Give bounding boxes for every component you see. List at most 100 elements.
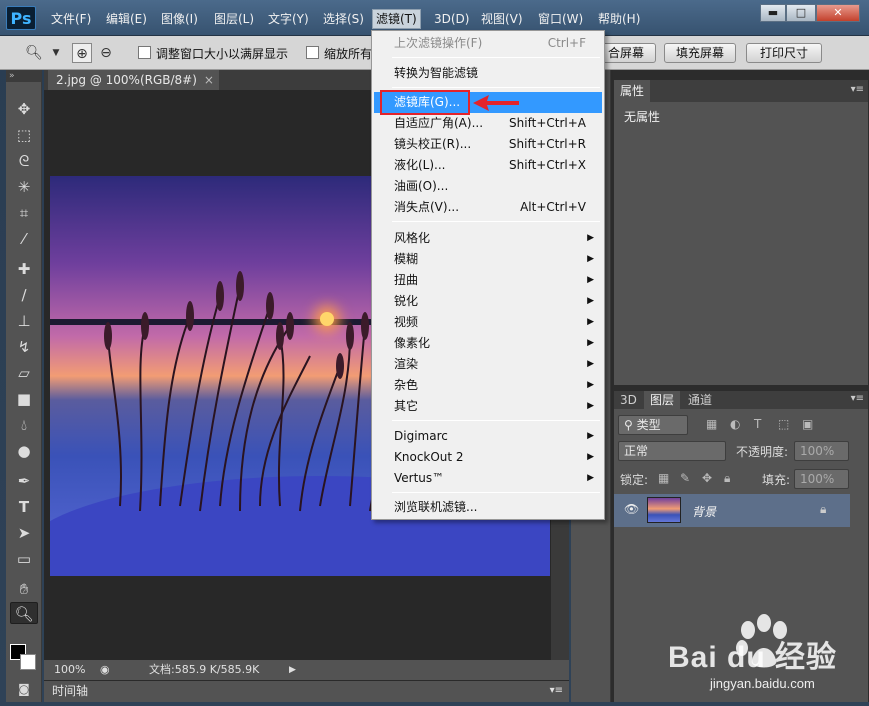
tools-panel-header[interactable]: » [6, 70, 41, 82]
move-tool-icon[interactable]: ✥ [10, 98, 38, 120]
type-tool-icon[interactable]: T [10, 496, 38, 518]
fit-screen-button[interactable]: 合屏幕 [596, 43, 656, 63]
lock-position-icon[interactable]: ✥ [702, 471, 712, 485]
hand-tool-icon[interactable]: ✋︎ [10, 578, 38, 600]
tab-properties[interactable]: 属性 [614, 80, 651, 102]
maximize-button[interactable]: □ [786, 4, 816, 22]
tool-preset-chevron-icon[interactable]: ▼ [46, 43, 66, 63]
zoom-tool-active-icon[interactable]: 🔍︎ [10, 602, 38, 624]
menu-item-noise[interactable]: 杂色 ▶ [374, 375, 602, 396]
zoom-tool-icon[interactable]: 🔍︎ [24, 43, 44, 63]
layers-panel-menu-icon[interactable]: ▾≡ [851, 393, 864, 404]
tab-layers[interactable]: 图层 [644, 391, 681, 409]
blur-tool-icon[interactable]: 💧︎ [10, 414, 38, 436]
fill-screen-button[interactable]: 填充屏幕 [664, 43, 736, 63]
menu-item-sharpen[interactable]: 锐化 ▶ [374, 291, 602, 312]
opacity-input[interactable]: 100% [794, 441, 849, 461]
menu-type[interactable]: 文字(Y) [265, 10, 312, 28]
menu-item-vertus[interactable]: Vertus™ ▶ [374, 468, 602, 489]
lasso-tool-icon[interactable]: ᘓ [10, 150, 38, 172]
menu-help[interactable]: 帮助(H) [595, 10, 643, 28]
pixelate-label: 像素化 [394, 336, 431, 350]
zoom-all-checkbox[interactable] [306, 46, 319, 59]
menu-file[interactable]: 文件(F) [48, 10, 94, 28]
print-size-button[interactable]: 打印尺寸 [746, 43, 822, 63]
menu-item-convert-smart-filters[interactable]: 转换为智能滤镜 [374, 63, 602, 84]
menu-item-other[interactable]: 其它 ▶ [374, 396, 602, 417]
eyedropper-tool-icon[interactable]: ⁄ [10, 228, 38, 250]
menu-item-lens-correction[interactable]: 镜头校正(R)... Shift+Ctrl+R [374, 134, 602, 155]
render-label: 渲染 [394, 357, 419, 371]
document-info: 文档:585.9 K/585.9K [149, 663, 260, 676]
minimize-button[interactable]: ▬ [760, 4, 786, 22]
menu-item-oil-paint[interactable]: 油画(O)... [374, 176, 602, 197]
menu-item-vanishing-point[interactable]: 消失点(V)... Alt+Ctrl+V [374, 197, 602, 218]
menu-window[interactable]: 窗口(W) [535, 10, 586, 28]
magic-wand-tool-icon[interactable]: ✳ [10, 176, 38, 198]
filter-adjustment-icon[interactable]: ◐ [730, 417, 740, 431]
shape-tool-icon[interactable]: ▭ [10, 548, 38, 570]
menu-item-video[interactable]: 视频 ▶ [374, 312, 602, 333]
brush-tool-icon[interactable]: ∕ [10, 284, 38, 306]
layer-name[interactable]: 背景 [692, 503, 716, 520]
panel-menu-icon[interactable]: ▾≡ [851, 84, 864, 95]
history-brush-tool-icon[interactable]: ↯ [10, 336, 38, 358]
menu-item-digimarc[interactable]: Digimarc ▶ [374, 426, 602, 447]
close-tab-icon[interactable]: × [204, 70, 214, 90]
menu-separator [392, 221, 600, 222]
document-tab[interactable]: 2.jpg @ 100%(RGB/8#) × [48, 70, 219, 90]
path-selection-tool-icon[interactable]: ➤ [10, 522, 38, 544]
menu-select[interactable]: 选择(S) [320, 10, 367, 28]
dodge-tool-icon[interactable]: ● [10, 440, 38, 462]
zoom-out-icon[interactable]: ⊖ [96, 43, 116, 63]
tab-channels[interactable]: 通道 [682, 391, 718, 409]
filter-pixel-icon[interactable]: ▦ [706, 417, 717, 431]
status-menu-icon[interactable]: ◉ [100, 660, 110, 680]
status-arrow-icon[interactable]: ▶ [289, 660, 296, 680]
lock-transparency-icon[interactable]: ▦ [658, 471, 669, 485]
pen-tool-icon[interactable]: ✒ [10, 470, 38, 492]
filter-type-icon[interactable]: T [754, 417, 761, 431]
menu-item-distort[interactable]: 扭曲 ▶ [374, 270, 602, 291]
menu-item-blur[interactable]: 模糊 ▶ [374, 249, 602, 270]
menu-item-knockout[interactable]: KnockOut 2 ▶ [374, 447, 602, 468]
clone-stamp-tool-icon[interactable]: ⊥ [10, 310, 38, 332]
layer-visibility-eye-icon[interactable]: 👁︎ [624, 502, 639, 516]
menu-view[interactable]: 视图(V) [478, 10, 526, 28]
filter-shape-icon[interactable]: ⬚ [778, 417, 789, 431]
crop-tool-icon[interactable]: ⌗ [10, 202, 38, 224]
zoom-level[interactable]: 100% [54, 660, 85, 680]
menu-item-adaptive-wide-angle[interactable]: 自适应广角(A)... Shift+Ctrl+A [374, 113, 602, 134]
background-color-swatch[interactable] [20, 654, 36, 670]
quick-mask-icon[interactable]: ◙ [10, 678, 38, 700]
healing-brush-tool-icon[interactable]: ✚ [10, 258, 38, 280]
menu-image[interactable]: 图像(I) [158, 10, 201, 28]
resize-windows-checkbox[interactable] [138, 46, 151, 59]
menu-layer[interactable]: 图层(L) [211, 10, 257, 28]
layer-row-background[interactable]: 👁︎ 背景 🔒︎ [614, 494, 850, 527]
layer-kind-filter[interactable]: ⚲ 类型 [618, 415, 688, 435]
gradient-tool-icon[interactable]: ■ [10, 388, 38, 410]
lock-pixels-icon[interactable]: ✎ [680, 471, 690, 485]
timeline-menu-icon[interactable]: ▾≡ [550, 681, 563, 701]
blend-mode-select[interactable]: 正常 [618, 441, 726, 461]
marquee-tool-icon[interactable]: ⬚ [10, 124, 38, 146]
menu-filter[interactable]: 滤镜(T) [372, 9, 421, 29]
zoom-in-icon[interactable]: ⊕ [72, 43, 92, 63]
filter-smart-object-icon[interactable]: ▣ [802, 417, 813, 431]
menu-item-render[interactable]: 渲染 ▶ [374, 354, 602, 375]
lock-all-icon[interactable]: 🔒︎ [724, 471, 730, 486]
fill-input[interactable]: 100% [794, 469, 849, 489]
video-label: 视频 [394, 315, 419, 329]
menu-item-stylize[interactable]: 风格化 ▶ [374, 228, 602, 249]
timeline-panel-bar[interactable]: 时间轴 ▾≡ [44, 680, 569, 702]
menu-item-browse-filters-online[interactable]: 浏览联机滤镜... [374, 497, 602, 518]
menu-3d[interactable]: 3D(D) [431, 10, 472, 28]
menu-item-pixelate[interactable]: 像素化 ▶ [374, 333, 602, 354]
menu-item-liquify[interactable]: 液化(L)... Shift+Ctrl+X [374, 155, 602, 176]
tab-3d[interactable]: 3D [614, 391, 643, 409]
timeline-label: 时间轴 [52, 684, 89, 698]
eraser-tool-icon[interactable]: ▱ [10, 362, 38, 384]
close-button[interactable]: ✕ [816, 4, 860, 22]
menu-edit[interactable]: 编辑(E) [103, 10, 150, 28]
